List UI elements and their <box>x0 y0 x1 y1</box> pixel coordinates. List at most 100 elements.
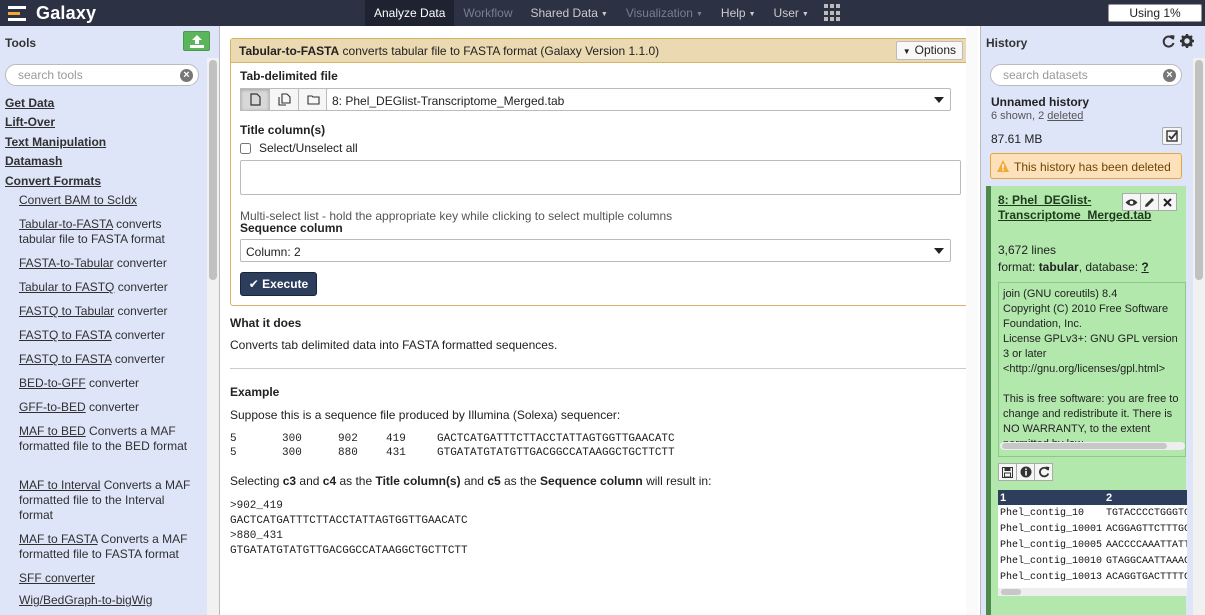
select-all-row: Select/Unselect all <box>240 141 358 155</box>
nav-tab-user[interactable]: User ▼ <box>765 0 818 26</box>
nav-tab-analyze-data[interactable]: Analyze Data <box>365 0 455 26</box>
tool-panel-scrollbar[interactable] <box>207 58 219 615</box>
nav-tab-help[interactable]: Help ▼ <box>712 0 765 26</box>
history-search-input[interactable] <box>991 65 1181 85</box>
folder-icon <box>306 95 320 105</box>
info-icon <box>1020 466 1031 478</box>
tool-link[interactable]: MAF to FASTA Converts a MAF formatted fi… <box>19 532 197 562</box>
database-link[interactable]: ? <box>1141 260 1148 274</box>
caret-down-icon <box>934 97 944 103</box>
save-icon <box>1002 466 1013 478</box>
rerun-button[interactable] <box>1034 463 1053 481</box>
tool-search: × <box>5 64 199 86</box>
dataset-details-button[interactable] <box>1016 463 1035 481</box>
peek-column-header: 2 <box>1104 490 1187 505</box>
dataset-format: format: tabular, database: ? <box>998 260 1149 274</box>
delete-dataset-button[interactable] <box>1158 193 1177 211</box>
clear-search-icon[interactable]: × <box>1163 69 1176 82</box>
warning-icon <box>997 160 1009 172</box>
show-deleted-link[interactable]: deleted <box>1047 110 1083 122</box>
example-intro: Suppose this is a sequence file produced… <box>230 408 621 422</box>
execute-button[interactable]: ✔ Execute <box>240 272 317 296</box>
tool-link[interactable]: FASTQ to FASTA converter <box>19 352 197 367</box>
result-line: GTGATATGTATGTTGACGGCCATAAGGCTGCTTCTT <box>230 545 468 557</box>
caret-down-icon: ▼ <box>748 11 756 18</box>
input-file-label: Tab-delimited file <box>240 69 338 83</box>
nav-tab-workflow[interactable]: Workflow <box>454 0 521 26</box>
dataset-title[interactable]: 8: Phel_DEGlist-Transcriptome_Merged.tab <box>998 193 1151 223</box>
peek-cell: Phel_contig_10001 <box>1000 523 1103 535</box>
brand-title[interactable]: Galaxy <box>36 3 96 24</box>
select-all-label: Select/Unselect all <box>259 141 358 155</box>
tool-link[interactable]: GFF-to-BED converter <box>19 400 197 415</box>
tool-section-datamash[interactable]: Datamash <box>5 154 62 168</box>
peek-cell: ACGGAGTTCTTTGCCCC <box>1106 523 1187 535</box>
input-type-buttons <box>240 88 328 111</box>
caret-down-icon: ▼ <box>695 11 703 18</box>
select-all-checkbox[interactable] <box>240 142 251 154</box>
nav-tab-visualization[interactable]: Visualization ▼ <box>617 0 712 26</box>
apps-grid-icon[interactable] <box>823 4 842 22</box>
refresh-icon[interactable] <box>1161 34 1176 48</box>
peek-row: Phel_contig_10010GTAGGCAATTAAACCAA <box>998 553 1187 569</box>
nav-tab-shared-data[interactable]: Shared Data ▼ <box>522 0 617 26</box>
edit-dataset-button[interactable] <box>1140 193 1159 211</box>
tool-section-convert-formats[interactable]: Convert Formats <box>5 174 101 188</box>
upload-button[interactable] <box>183 31 210 51</box>
tool-link[interactable]: Wig/BedGraph-to-bigWig <box>19 593 197 608</box>
clear-search-icon[interactable]: × <box>180 69 193 82</box>
select-datasets-button[interactable] <box>1162 127 1182 145</box>
center-scrollbar[interactable] <box>966 26 978 615</box>
quota-meter[interactable]: Using 1% <box>1108 4 1202 22</box>
tool-panel-header: Tools <box>0 26 219 58</box>
tool-form: Tabular-to-FASTA converts tabular file t… <box>230 38 972 306</box>
peek-row: Phel_contig_10005AACCCCAAATTATTTAA <box>998 537 1187 553</box>
tool-link[interactable]: Tabular to FASTQ converter <box>19 280 197 295</box>
tool-section-get-data[interactable]: Get Data <box>5 96 54 110</box>
history-scrollbar[interactable] <box>1193 58 1205 615</box>
history-panel-header: History <box>981 26 1205 58</box>
tool-link[interactable]: SFF converter <box>19 571 197 586</box>
peek-cell: GTAGGCAATTAAACCAA <box>1106 555 1187 567</box>
deleted-warning: This history has been deleted <box>990 153 1182 179</box>
tool-search-input[interactable] <box>6 65 198 85</box>
file-icon <box>249 93 261 106</box>
options-button[interactable]: ▼ Options <box>895 41 963 60</box>
dataset-line-count: 3,672 lines <box>998 243 1057 257</box>
tool-link[interactable]: FASTQ to Tabular converter <box>19 304 197 319</box>
dataset-collection-button[interactable] <box>298 88 328 111</box>
tool-link[interactable]: Tabular-to-FASTA converts tabular file t… <box>19 217 197 247</box>
files-icon <box>277 93 291 106</box>
sequence-column-select[interactable]: Column: 2 <box>240 239 951 262</box>
tool-link[interactable]: BED-to-GFF converter <box>19 376 197 391</box>
tool-section-lift-over[interactable]: Lift-Over <box>5 115 55 129</box>
divider <box>230 368 971 369</box>
info-scrollbar[interactable] <box>1000 442 1185 450</box>
tool-link[interactable]: MAF to Interval Converts a MAF formatted… <box>19 478 197 523</box>
peek-scrollbar[interactable] <box>998 588 1187 596</box>
single-dataset-button[interactable] <box>240 88 270 111</box>
multiple-datasets-button[interactable] <box>269 88 299 111</box>
what-it-does-heading: What it does <box>230 316 302 330</box>
history-name[interactable]: Unnamed history <box>991 95 1089 109</box>
input-file-select[interactable]: 8: Phel_DEGlist-Transcriptome_Merged.tab <box>326 88 951 111</box>
title-columns-multiselect[interactable] <box>240 160 961 195</box>
close-icon <box>1163 197 1172 207</box>
tool-section-text-manipulation[interactable]: Text Manipulation <box>5 135 106 149</box>
peek-cell: Phel_contig_10 <box>1000 507 1085 519</box>
result-line: >880_431 <box>230 530 283 542</box>
tool-link[interactable]: MAF to BED Converts a MAF formatted file… <box>19 424 197 454</box>
tool-link[interactable]: FASTA-to-Tabular converter <box>19 256 197 271</box>
tool-form-title: Tabular-to-FASTA converts tabular file t… <box>239 44 660 58</box>
dataset-secondary-actions <box>998 463 1053 481</box>
gear-icon[interactable] <box>1180 34 1194 48</box>
tool-link[interactable]: Convert BAM to ScIdx <box>19 193 197 208</box>
view-dataset-button[interactable] <box>1122 193 1141 211</box>
result-line: >902_419 <box>230 500 283 512</box>
download-button[interactable] <box>998 463 1017 481</box>
tool-link[interactable]: FASTQ to FASTA converter <box>19 328 197 343</box>
brand[interactable]: Galaxy <box>8 3 96 23</box>
caret-down-icon <box>934 248 944 254</box>
peek-cell: TGTACCCCTGGGTGGAC <box>1106 507 1187 519</box>
peek-row: Phel_contig_10013ACAGGTGACTTTTGTTC <box>998 569 1187 585</box>
